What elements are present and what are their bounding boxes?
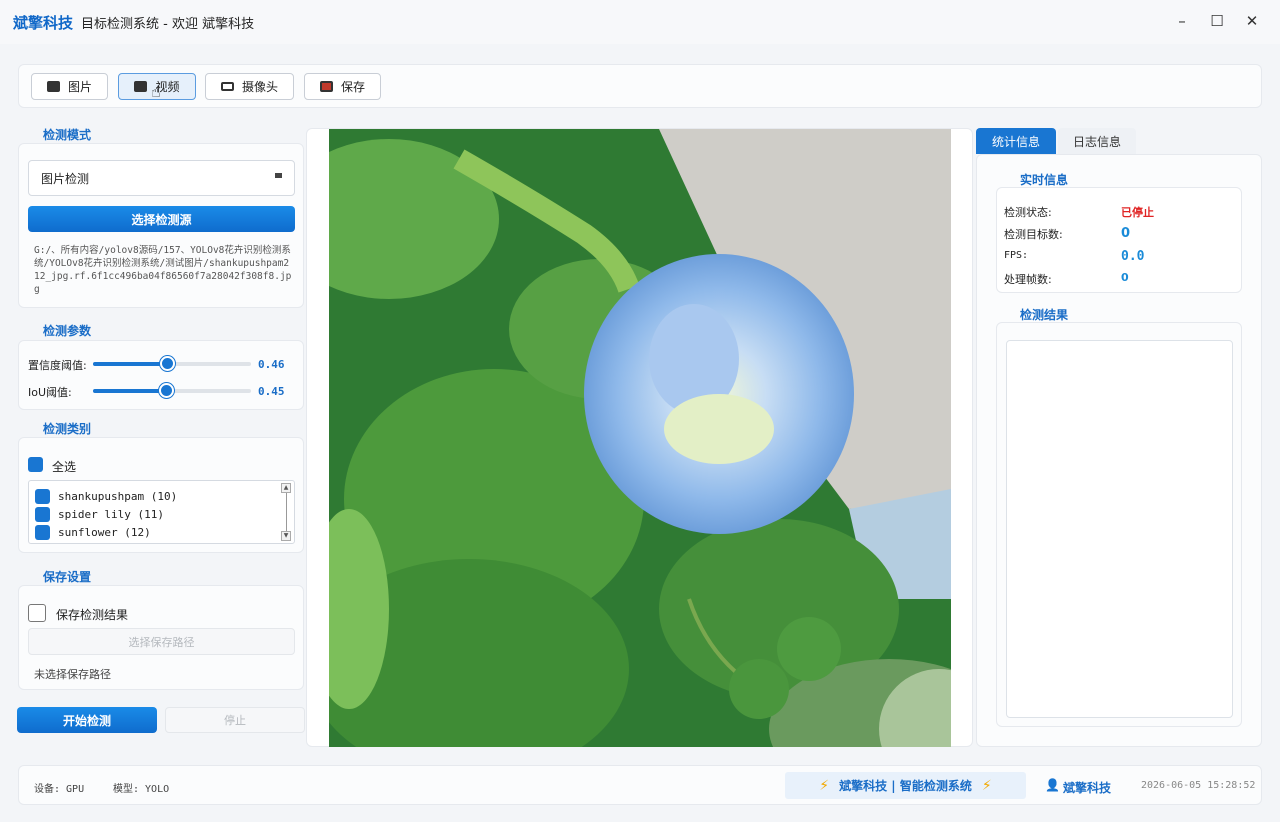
frames-value: 0 <box>1121 271 1129 284</box>
confidence-slider-fill <box>93 362 167 366</box>
tab-statistics[interactable]: 统计信息 <box>976 128 1056 154</box>
fps-value: 0.0 <box>1121 249 1145 264</box>
app-brand: 斌擎科技 <box>13 13 74 32</box>
lightning-icon: ⚡ <box>981 777 992 794</box>
close-button[interactable]: ✕ <box>1242 12 1262 30</box>
fps-label: FPS: <box>1004 250 1029 261</box>
target-count-value: 0 <box>1121 226 1131 241</box>
mouse-cursor-icon: ☝ <box>151 82 161 101</box>
device-text: 设备: GPU <box>34 784 85 795</box>
brand-banner: ⚡ 斌擎科技 | 智能检测系统 ⚡ <box>785 772 1026 799</box>
source-path-text: G:/、所有内容/yolov8源码/157、YOLOv8花卉识别检测系统/YOL… <box>34 245 292 295</box>
detect-mode-title: 检测模式 <box>43 128 92 142</box>
confidence-slider-handle[interactable] <box>160 356 175 371</box>
save-button[interactable]: 保存 <box>304 73 381 100</box>
class-checkbox[interactable] <box>35 507 50 522</box>
image-icon <box>46 81 60 92</box>
window-title: 目标检测系统 - 欢迎 斌擎科技 <box>81 16 255 32</box>
save-button-label: 保存 <box>340 80 365 94</box>
select-all-label: 全选 <box>52 460 77 474</box>
save-icon <box>319 81 333 92</box>
iou-label: IoU阈值: <box>28 386 72 399</box>
confidence-value: 0.46 <box>258 358 285 371</box>
iou-slider[interactable] <box>93 383 251 398</box>
list-item[interactable]: spider lily (11) <box>35 507 164 522</box>
flower-image <box>329 129 951 747</box>
iou-slider-handle[interactable] <box>159 383 174 398</box>
model-text: 模型: YOLO <box>113 784 170 795</box>
class-checkbox[interactable] <box>35 489 50 504</box>
class-checkbox[interactable] <box>35 525 50 540</box>
timestamp: 2026-06-05 15:28:52 <box>1141 780 1256 791</box>
user-icon: 👤 <box>1045 778 1060 792</box>
results-list[interactable] <box>1006 340 1233 718</box>
list-item[interactable]: shankupushpam (10) <box>35 489 177 504</box>
start-detection-button[interactable]: 开始检测 <box>17 707 157 733</box>
target-count-label: 检测目标数: <box>1004 228 1063 241</box>
video-icon <box>134 81 148 92</box>
select-source-button[interactable]: 选择检测源 <box>28 206 295 232</box>
frames-label: 处理帧数: <box>1004 273 1052 286</box>
stop-detection-button[interactable]: 停止 <box>165 707 305 733</box>
camera-button[interactable]: 摄像头 <box>205 73 294 100</box>
save-results-checkbox[interactable] <box>28 604 46 622</box>
chevron-down-icon <box>275 173 282 178</box>
camera-button-label: 摄像头 <box>241 80 278 94</box>
iou-slider-fill <box>93 389 166 393</box>
choose-save-path-button[interactable]: 选择保存路径 <box>28 628 295 655</box>
class-label: spider lily (11) <box>58 508 164 521</box>
mode-select[interactable]: 图片检测 <box>28 160 295 196</box>
image-button-label: 图片 <box>67 80 92 94</box>
brand-banner-text: 斌擎科技 | 智能检测系统 <box>839 779 972 793</box>
minimize-button[interactable]: – <box>1172 12 1192 30</box>
status-label: 检测状态: <box>1004 206 1052 219</box>
class-list: shankupushpam (10) spider lily (11) sunf… <box>28 480 295 544</box>
iou-value: 0.45 <box>258 385 285 398</box>
maximize-button[interactable]: ☐ <box>1207 12 1227 30</box>
lightning-icon: ⚡ <box>819 777 830 794</box>
scroll-track[interactable] <box>281 493 287 531</box>
list-item[interactable]: sunflower (12) <box>35 525 151 540</box>
class-label: sunflower (12) <box>58 526 151 539</box>
realtime-title: 实时信息 <box>1020 173 1069 187</box>
scroll-down-icon[interactable]: ▼ <box>281 531 291 541</box>
tab-logs[interactable]: 日志信息 <box>1058 128 1136 154</box>
confidence-label: 置信度阈值: <box>28 359 87 372</box>
results-title: 检测结果 <box>1020 308 1069 322</box>
detect-params-title: 检测参数 <box>43 324 92 338</box>
camera-icon <box>220 82 234 91</box>
image-button[interactable]: 图片 <box>31 73 108 100</box>
class-list-scrollbar[interactable]: ▲ ▼ <box>281 483 291 541</box>
save-settings-title: 保存设置 <box>43 570 92 584</box>
scroll-up-icon[interactable]: ▲ <box>281 483 291 493</box>
mode-select-value: 图片检测 <box>41 171 90 186</box>
status-value: 已停止 <box>1121 206 1154 219</box>
save-path-status: 未选择保存路径 <box>34 668 111 681</box>
save-results-label: 保存检测结果 <box>56 608 129 622</box>
title-bar: 斌擎科技 目标检测系统 - 欢迎 斌擎科技 <box>0 0 1280 44</box>
user-name: 斌擎科技 <box>1063 781 1112 795</box>
detect-classes-title: 检测类别 <box>43 422 92 436</box>
select-all-checkbox[interactable] <box>28 457 43 472</box>
confidence-slider[interactable] <box>93 356 251 371</box>
class-label: shankupushpam (10) <box>58 490 178 503</box>
